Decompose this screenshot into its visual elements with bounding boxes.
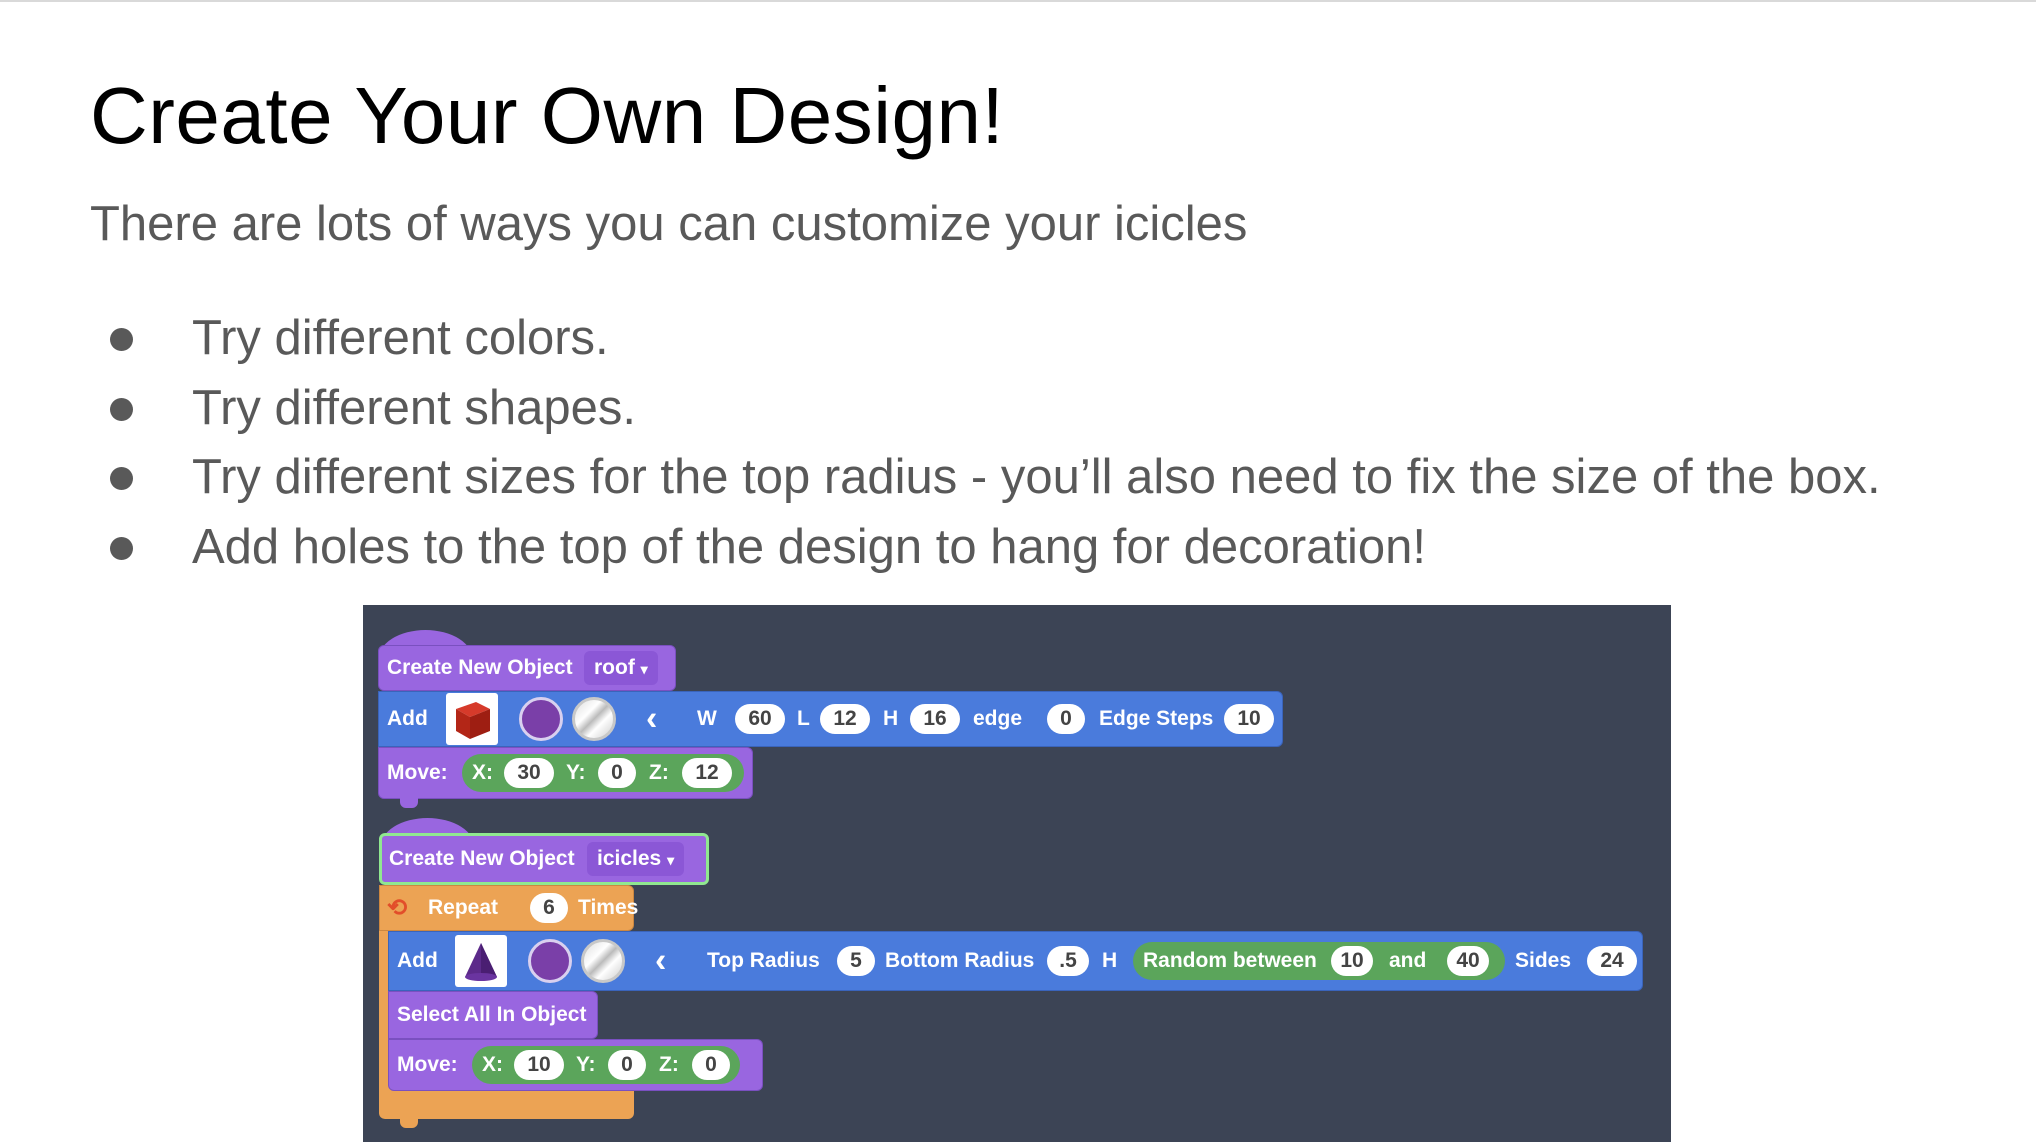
random-max-input[interactable]: 40	[1447, 946, 1489, 976]
add-shape-block-roof[interactable]: Add ‹ W 60 L 12 H 16 edge 0 Edge Steps 1…	[378, 691, 1283, 747]
repeat-icon: ⟲	[387, 894, 408, 922]
bullet-dot-icon	[110, 397, 133, 421]
bullet-dot-icon	[110, 536, 133, 560]
move-block-icicles[interactable]: Move: X: 10 Y: 0 Z: 0	[388, 1039, 763, 1091]
top-border	[0, 0, 2036, 2]
red-cube-icon[interactable]	[446, 693, 498, 745]
create-object-block-roof[interactable]: Create New Object roof ▾	[378, 645, 676, 691]
coordinates-group: X: 10 Y: 0 Z: 0	[472, 1046, 740, 1084]
select-all-block[interactable]: Select All In Object	[388, 991, 598, 1039]
code-blocks-screenshot: Create New Object roof ▾ Add ‹ W 60 L 12…	[363, 605, 1671, 1142]
slide-subtitle: There are lots of ways you can customize…	[90, 197, 1248, 251]
texture-swatch-icon[interactable]	[572, 697, 616, 741]
collapse-chevron-icon[interactable]: ‹	[646, 700, 657, 739]
random-min-input[interactable]: 10	[1331, 946, 1373, 976]
bullet-dot-icon	[110, 467, 133, 490]
create-object-block-icicles[interactable]: Create New Object icicles ▾	[379, 833, 709, 885]
object-name-dropdown[interactable]: icicles ▾	[587, 842, 685, 876]
move-y-input[interactable]: 0	[598, 758, 636, 788]
move-x-input[interactable]: 30	[504, 758, 554, 788]
connector-notch	[400, 798, 418, 808]
dropdown-arrow-icon: ▾	[640, 661, 648, 677]
purple-cone-icon[interactable]	[455, 935, 507, 987]
repeat-block[interactable]: ⟲ Repeat 6 Times	[379, 885, 638, 931]
length-input[interactable]: 12	[820, 704, 870, 734]
width-input[interactable]: 60	[735, 704, 785, 734]
top-radius-input[interactable]: 5	[837, 946, 875, 976]
height-input[interactable]: 16	[910, 704, 960, 734]
object-name-dropdown[interactable]: roof ▾	[584, 651, 658, 685]
sides-input[interactable]: 24	[1587, 946, 1637, 976]
edge-steps-input[interactable]: 10	[1224, 704, 1274, 734]
bullet-dot-icon	[110, 328, 133, 351]
slide-title: Create Your Own Design!	[90, 71, 1005, 160]
bottom-radius-input[interactable]: .5	[1047, 946, 1089, 976]
texture-swatch-icon[interactable]	[581, 939, 625, 983]
color-swatch-icon[interactable]	[519, 697, 563, 741]
coordinates-group: X: 30 Y: 0 Z: 12	[462, 754, 744, 792]
connector-notch	[400, 1118, 418, 1128]
red-cube-icon-graphic	[456, 702, 490, 739]
repeat-count-input[interactable]: 6	[530, 893, 568, 923]
move-z-input[interactable]: 12	[682, 758, 732, 788]
slide: Create Your Own Design! There are lots o…	[0, 0, 2036, 1142]
purple-cone-icon-graphic	[465, 943, 497, 981]
random-between-block[interactable]: Random between 10 and 40	[1133, 942, 1505, 980]
edge-input[interactable]: 0	[1047, 704, 1085, 734]
move-block-roof[interactable]: Move: X: 30 Y: 0 Z: 12	[378, 747, 753, 799]
dropdown-arrow-icon: ▾	[667, 852, 675, 868]
move-y-input[interactable]: 0	[608, 1050, 646, 1080]
move-z-input[interactable]: 0	[692, 1050, 730, 1080]
move-x-input[interactable]: 10	[514, 1050, 564, 1080]
color-swatch-icon[interactable]	[528, 939, 572, 983]
collapse-chevron-icon[interactable]: ‹	[655, 942, 666, 981]
add-shape-block-icicles[interactable]: Add ‹ Top Radius 5 Bottom Radius .5 H Ra…	[388, 931, 1643, 991]
